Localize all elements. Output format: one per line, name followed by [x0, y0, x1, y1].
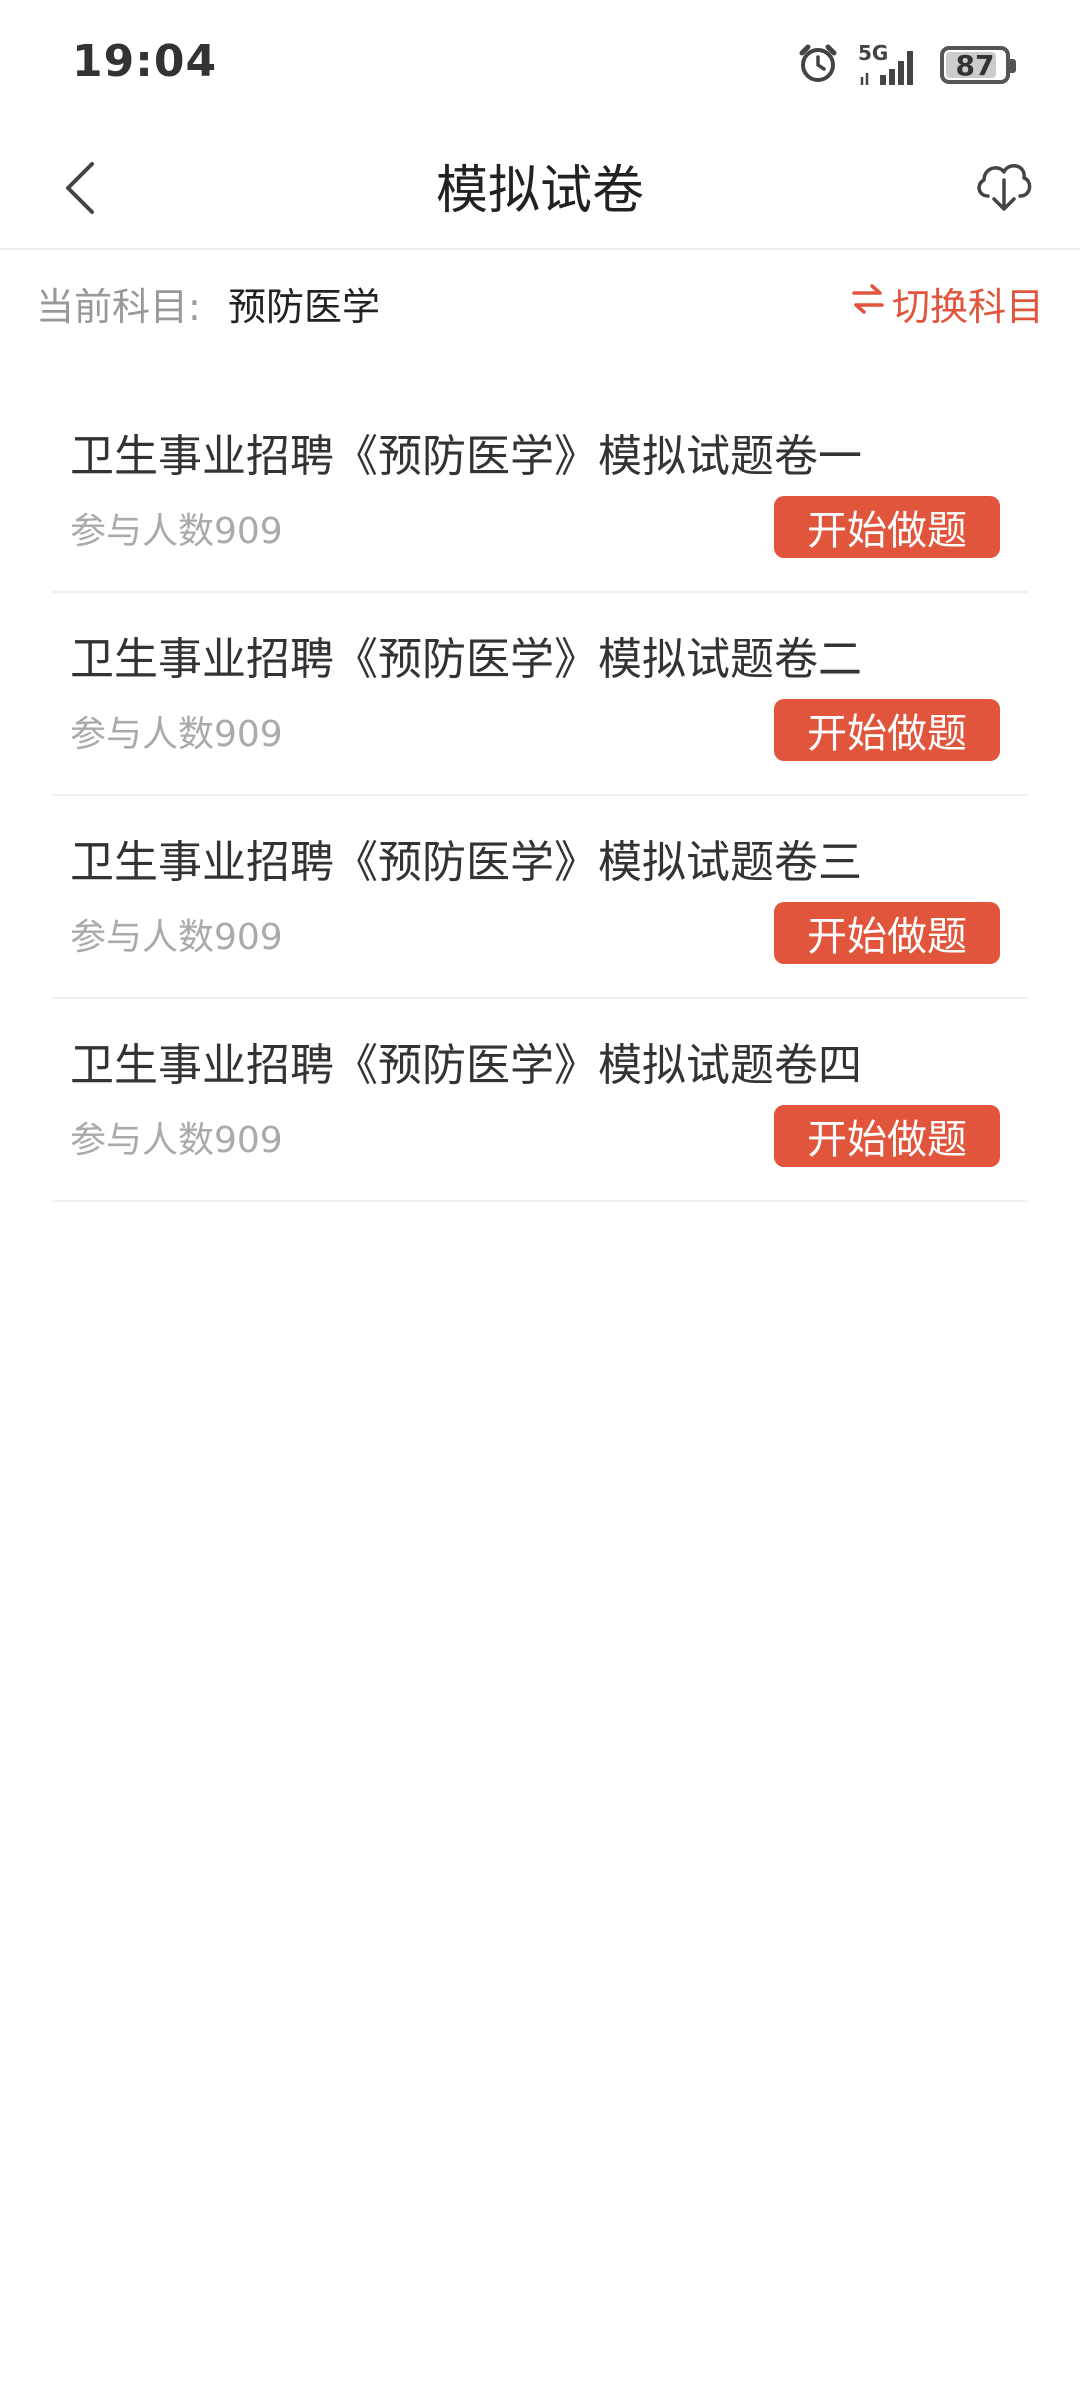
subject-label: 当前科目: — [36, 285, 201, 329]
paper-list: 卫生事业招聘《预防医学》模拟试题卷一 参与人数909 开始做题 卫生事业招聘《预… — [52, 390, 1028, 1202]
participant-count: 参与人数909 — [70, 1120, 283, 1161]
participant-count: 参与人数909 — [70, 917, 283, 958]
cloud-download-icon — [972, 154, 1036, 218]
page-title: 模拟试卷 — [435, 161, 644, 221]
list-item: 卫生事业招聘《预防医学》模拟试题卷四 参与人数909 开始做题 — [52, 999, 1028, 1202]
list-item: 卫生事业招聘《预防医学》模拟试题卷一 参与人数909 开始做题 — [52, 390, 1028, 593]
paper-title[interactable]: 卫生事业招聘《预防医学》模拟试题卷四 — [70, 1029, 862, 1093]
paper-title[interactable]: 卫生事业招聘《预防医学》模拟试题卷二 — [70, 623, 862, 687]
status-bar: 19:04 5G 87 — [0, 0, 1080, 130]
signal-icon: 5G — [858, 41, 922, 87]
start-button[interactable]: 开始做题 — [774, 902, 1000, 964]
start-button[interactable]: 开始做题 — [774, 699, 1000, 761]
list-item: 卫生事业招聘《预防医学》模拟试题卷二 参与人数909 开始做题 — [52, 593, 1028, 796]
start-button[interactable]: 开始做题 — [774, 1105, 1000, 1167]
alarm-icon — [796, 41, 840, 89]
switch-subject-button[interactable]: 切换科目 — [850, 276, 1044, 331]
download-button[interactable] — [964, 146, 1044, 226]
swap-arrows-icon — [850, 281, 886, 326]
subject-row: 当前科目: 预防医学 切换科目 — [0, 252, 1080, 352]
paper-title[interactable]: 卫生事业招聘《预防医学》模拟试题卷三 — [70, 826, 862, 890]
participant-count: 参与人数909 — [70, 714, 283, 755]
battery-icon: 87 — [940, 46, 1016, 84]
battery-level: 87 — [955, 48, 995, 82]
list-item: 卫生事业招聘《预防医学》模拟试题卷三 参与人数909 开始做题 — [52, 796, 1028, 999]
nav-bar: 模拟试卷 — [0, 130, 1080, 250]
participant-count: 参与人数909 — [70, 511, 283, 552]
start-button[interactable]: 开始做题 — [774, 496, 1000, 558]
switch-subject-label: 切换科目 — [891, 285, 1044, 329]
status-icons: 5G 87 — [796, 40, 1016, 90]
paper-title[interactable]: 卫生事业招聘《预防医学》模拟试题卷一 — [70, 420, 862, 484]
subject-value: 预防医学 — [228, 285, 381, 329]
status-time: 19:04 — [72, 36, 218, 87]
